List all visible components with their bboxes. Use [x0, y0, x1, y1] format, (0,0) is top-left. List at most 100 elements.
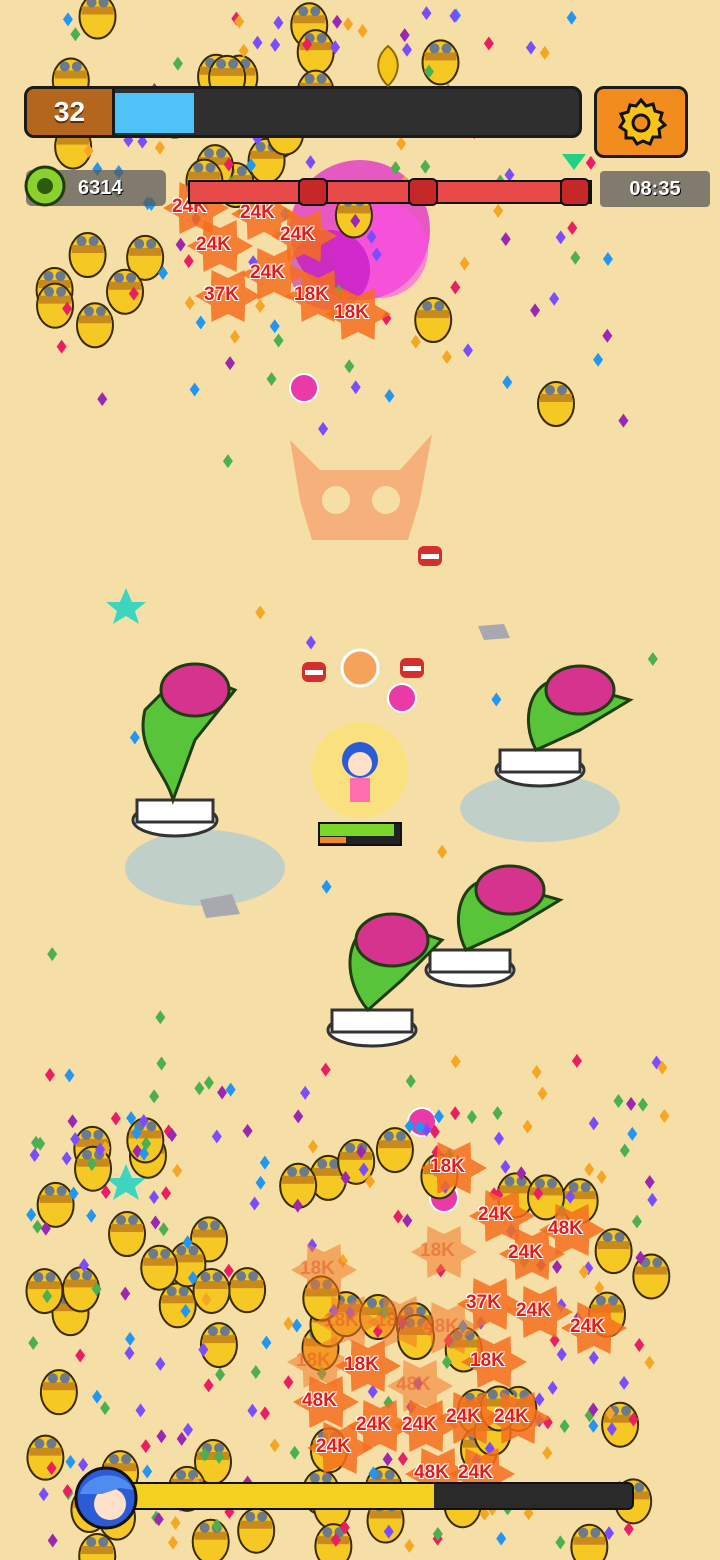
mummy-enemy-icon	[39, 1369, 78, 1416]
gem-icon	[542, 1445, 553, 1460]
gem-icon	[110, 1111, 121, 1126]
gem-icon	[602, 252, 613, 267]
gem-icon	[450, 1106, 461, 1121]
gem-icon	[637, 1097, 648, 1112]
gem-icon	[382, 1452, 393, 1467]
mummy-enemy-icon	[26, 1434, 65, 1481]
round-timer: 08:35	[600, 171, 710, 207]
gem-icon	[491, 692, 502, 707]
gem-icon	[62, 12, 73, 27]
gem-icon	[75, 1348, 86, 1363]
gem-icon	[195, 315, 206, 330]
gem-icon	[269, 1438, 280, 1453]
mummy-enemy-icon	[25, 1268, 64, 1315]
gem-icon	[318, 421, 329, 436]
impact-burst	[293, 1376, 359, 1428]
gem-icon	[170, 1515, 181, 1530]
demon-skull-icon	[298, 178, 328, 206]
hero-character	[312, 722, 408, 818]
gem-icon	[492, 1106, 503, 1121]
gem-icon	[644, 1355, 655, 1370]
scene-layer	[25, 0, 671, 1560]
boss-shadow-icon	[290, 434, 432, 540]
gem-icon	[494, 1131, 505, 1146]
mummy-enemy-icon	[228, 1267, 267, 1314]
boss-health-bar	[188, 180, 592, 204]
gem-icon	[539, 45, 550, 60]
gem-icon	[217, 1085, 228, 1100]
gem-icon	[619, 1143, 630, 1158]
gem-icon	[410, 334, 421, 349]
gem-icon	[225, 356, 236, 371]
gem-icon	[305, 635, 316, 650]
water-puddle	[125, 830, 285, 906]
piranha-plant-icon	[424, 864, 564, 988]
chatter-teeth-icon	[400, 658, 424, 678]
mummy-enemy-icon	[36, 1181, 75, 1228]
piranha-plant-icon	[494, 664, 634, 788]
gem-icon	[252, 35, 263, 50]
gem-icon	[242, 1123, 253, 1138]
gem-icon	[120, 1286, 131, 1301]
gem-icon	[344, 359, 355, 374]
gem-icon	[399, 28, 410, 43]
hero-avatar-icon[interactable]	[72, 1464, 140, 1532]
gem-icon	[184, 295, 195, 310]
gem-icon	[154, 140, 165, 155]
gem-icon	[26, 1207, 37, 1222]
gem-icon	[397, 1451, 408, 1466]
gem-icon	[350, 380, 361, 395]
gem-icon	[500, 232, 511, 247]
hero-health-bar	[318, 822, 402, 846]
gem-icon	[155, 1010, 166, 1025]
gem-icon	[47, 1533, 58, 1548]
gem-icon	[570, 250, 581, 265]
gem-icon	[384, 388, 395, 403]
gem-icon	[140, 1439, 151, 1454]
gem-icon	[211, 1129, 222, 1144]
gem-icon	[255, 1175, 266, 1190]
gem-icon	[405, 1074, 416, 1089]
gem-icon	[596, 1169, 607, 1184]
gem-icon	[215, 1367, 226, 1382]
gem-icon	[289, 1445, 300, 1460]
gem-icon	[525, 40, 536, 55]
gem-icon	[449, 8, 460, 23]
gem-icon	[149, 1190, 159, 1205]
chatter-teeth-icon	[418, 546, 442, 566]
gem-icon	[559, 1419, 570, 1434]
gem-icon	[203, 1075, 214, 1090]
gem-icon	[332, 14, 343, 29]
gem-icon	[222, 454, 233, 469]
gem-icon	[321, 879, 332, 894]
gem-icon	[291, 1318, 302, 1333]
game-field[interactable]: 24K 24K 24K 24K 24K 37K 18K 18K 18K 24K 48K 24K 18K 1…	[0, 0, 720, 1560]
wave-progress-bar	[110, 1482, 634, 1510]
boss-health-fill	[190, 182, 578, 202]
gem-icon	[155, 1356, 166, 1371]
mummy-enemy-icon	[537, 381, 575, 427]
gem-icon	[247, 1403, 258, 1418]
gem-icon	[343, 17, 354, 32]
gem-icon	[659, 1109, 670, 1124]
gem-icon	[259, 1155, 270, 1170]
settings-button[interactable]	[594, 86, 688, 158]
mummy-enemy-icon	[421, 39, 460, 86]
gem-icon	[450, 1054, 461, 1069]
mummy-enemy-icon	[108, 1211, 147, 1258]
gem-icon	[566, 10, 577, 25]
gem-icon	[56, 339, 67, 354]
rock-icon	[478, 624, 510, 640]
wave-progress-fill	[112, 1484, 435, 1508]
gem-icon	[567, 221, 578, 236]
pink-orb-icon	[387, 683, 417, 713]
gem-icon	[634, 1337, 645, 1352]
gem-icon	[183, 1422, 194, 1437]
gem-icon	[647, 651, 658, 666]
gem-icon	[483, 36, 494, 51]
gem-icon	[97, 392, 108, 407]
gem-icon	[29, 1147, 40, 1162]
mummy-enemy-icon	[75, 302, 114, 349]
gem-icon	[283, 1375, 294, 1390]
mummy-enemy-icon	[375, 1127, 414, 1174]
